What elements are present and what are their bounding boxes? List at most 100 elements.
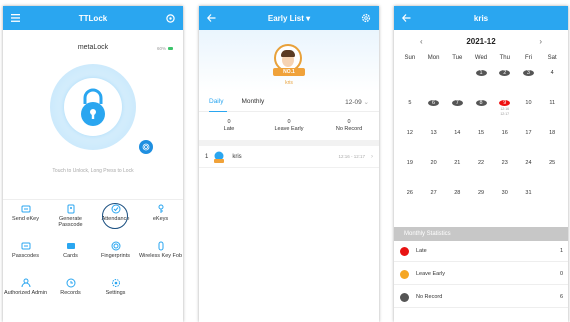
calendar-day[interactable]: 6 bbox=[422, 100, 446, 106]
day-number: 19 bbox=[406, 160, 413, 166]
day-number: 16 bbox=[501, 130, 508, 136]
calendar-week-row: 1 2 3 4 bbox=[398, 64, 564, 94]
calendar-day[interactable]: 9 12:16 12:17 bbox=[493, 100, 517, 116]
feature-passcodes[interactable]: Passcodes bbox=[3, 237, 48, 274]
stat-leave-early: 0 Leave Early bbox=[274, 119, 304, 132]
feature-ekeys[interactable]: eKeys bbox=[138, 200, 183, 237]
day-number: 13 bbox=[430, 130, 437, 136]
calendar-day[interactable]: 10 bbox=[517, 100, 541, 106]
day-number: 18 bbox=[549, 130, 556, 136]
menu-icon[interactable] bbox=[11, 6, 20, 30]
calendar-day[interactable]: 26 bbox=[398, 190, 422, 196]
settings-icon bbox=[111, 278, 121, 288]
feature-grid: Send eKey Generate Passcode Attendance eKey… bbox=[3, 199, 183, 311]
stat-row-leave-early[interactable]: Leave Early 0 bbox=[394, 264, 568, 285]
list-item[interactable]: 1 kris 12:16 - 12:17 › bbox=[199, 146, 379, 168]
calendar-day[interactable]: 15 bbox=[469, 130, 493, 136]
calendar-day[interactable]: 11 bbox=[540, 100, 564, 106]
feature-row: Authorized Admin Records Settings bbox=[3, 274, 183, 311]
calendar-day[interactable]: 14 bbox=[445, 130, 469, 136]
calendar-day[interactable]: 29 bbox=[469, 190, 493, 196]
feature-label: Settings bbox=[105, 290, 126, 296]
day-number: 10 bbox=[525, 100, 532, 106]
calendar-day[interactable]: 1 bbox=[469, 70, 493, 76]
day-number: 2 bbox=[499, 70, 511, 76]
calendar-day[interactable]: 18 bbox=[540, 130, 564, 136]
calendar-day[interactable]: 13 bbox=[422, 130, 446, 136]
back-arrow-icon[interactable] bbox=[207, 6, 216, 30]
calendar-day[interactable]: 8 bbox=[469, 100, 493, 106]
rank-number: 1 bbox=[205, 153, 209, 160]
app-title: TTLock bbox=[78, 13, 108, 23]
calendar-day[interactable]: 2 bbox=[493, 70, 517, 76]
calendar-day[interactable]: 7 bbox=[445, 100, 469, 106]
calendar-day[interactable]: 30 bbox=[493, 190, 517, 196]
feature-label: Cards bbox=[63, 253, 78, 259]
calendar-day[interactable]: 31 bbox=[517, 190, 541, 196]
calendar-day[interactable]: 25 bbox=[540, 160, 564, 166]
calendar-day[interactable]: 20 bbox=[422, 160, 446, 166]
padlock-icon bbox=[81, 88, 105, 126]
back-arrow-icon[interactable] bbox=[402, 6, 411, 30]
weekday-label: Mon bbox=[427, 55, 440, 61]
user-calendar-screen: kris ‹ 2021-12 › Sun Mon Tue Wed Thu Fri Sat 1… bbox=[394, 6, 568, 322]
date-selector[interactable]: 12-09 ⌄ bbox=[345, 98, 369, 106]
calendar-day[interactable]: 24 bbox=[517, 160, 541, 166]
top-user-banner: NO.1 kris bbox=[199, 30, 379, 92]
feature-fingerprints[interactable]: Fingerprints bbox=[93, 237, 138, 274]
day-number: 12 bbox=[406, 130, 413, 136]
list-title-dropdown[interactable]: Early List ▾ bbox=[268, 14, 310, 23]
feature-wireless-key-fob[interactable]: Wireless Key Fob bbox=[138, 237, 183, 274]
calendar-day[interactable]: 23 bbox=[493, 160, 517, 166]
fingerprint-unlock-icon[interactable] bbox=[139, 140, 153, 154]
lock-home-screen: TTLock metaLock 60% Touch to Unlock, Lon… bbox=[3, 6, 183, 322]
feature-authorized-admin[interactable]: Authorized Admin bbox=[3, 274, 48, 311]
gateway-icon[interactable] bbox=[166, 6, 175, 30]
calendar-day[interactable]: 17 bbox=[517, 130, 541, 136]
keyfob-icon bbox=[156, 241, 166, 251]
prev-month-icon[interactable]: ‹ bbox=[420, 37, 423, 46]
unlock-dial[interactable] bbox=[50, 64, 136, 150]
feature-generate-passcode[interactable]: Generate Passcode bbox=[48, 200, 93, 237]
calendar-day[interactable]: 12 bbox=[398, 130, 422, 136]
calendar-day[interactable]: 21 bbox=[445, 160, 469, 166]
tab-monthly[interactable]: Monthly bbox=[241, 98, 264, 105]
battery-level: 60% bbox=[156, 46, 166, 51]
next-month-icon[interactable]: › bbox=[539, 37, 542, 46]
fingerprint-icon bbox=[111, 241, 121, 251]
calendar-day[interactable]: 4 bbox=[540, 70, 564, 76]
day-number: 27 bbox=[430, 190, 437, 196]
calendar-day[interactable]: 22 bbox=[469, 160, 493, 166]
stat-row-late[interactable]: Late 1 bbox=[394, 241, 568, 262]
stat-label: No Record bbox=[416, 294, 443, 300]
day-number: 31 bbox=[525, 190, 532, 196]
calendar-day[interactable]: 19 bbox=[398, 160, 422, 166]
feature-records[interactable]: Records bbox=[48, 274, 93, 311]
date-value: 12-09 bbox=[345, 98, 362, 106]
stat-row-no-record[interactable]: No Record 6 bbox=[394, 287, 568, 308]
calendar-week-row: 26 27 28 29 30 31 bbox=[398, 184, 564, 214]
top-bar: TTLock bbox=[3, 6, 183, 30]
attendance-highlight bbox=[102, 203, 128, 229]
feature-send-ekey[interactable]: Send eKey bbox=[3, 200, 48, 237]
early-list-screen: Early List ▾ NO.1 kris Daily Monthly 12-… bbox=[199, 6, 379, 322]
tab-daily[interactable]: Daily bbox=[209, 98, 223, 105]
settings-gear-icon[interactable] bbox=[361, 6, 371, 30]
key-send-icon bbox=[21, 204, 31, 214]
stat-count: 1 bbox=[559, 248, 563, 254]
ekeys-icon bbox=[156, 204, 166, 214]
feature-label: Passcodes bbox=[12, 253, 39, 259]
day-number: 25 bbox=[549, 160, 556, 166]
calendar-day[interactable]: 28 bbox=[445, 190, 469, 196]
feature-row: Passcodes Cards Fingerprints Wireless Key F… bbox=[3, 237, 183, 274]
feature-cards[interactable]: Cards bbox=[48, 237, 93, 274]
calendar-day[interactable]: 5 bbox=[398, 100, 422, 106]
feature-settings[interactable]: Settings bbox=[93, 274, 138, 311]
monthly-statistics-header: Monthly Statistics bbox=[394, 227, 568, 241]
user-avatar-icon bbox=[212, 151, 226, 163]
calendar-day[interactable]: 16 bbox=[493, 130, 517, 136]
feature-label: Fingerprints bbox=[100, 253, 131, 259]
calendar-day[interactable]: 3 bbox=[517, 70, 541, 76]
top-bar: kris bbox=[394, 6, 568, 30]
calendar-day[interactable]: 27 bbox=[422, 190, 446, 196]
